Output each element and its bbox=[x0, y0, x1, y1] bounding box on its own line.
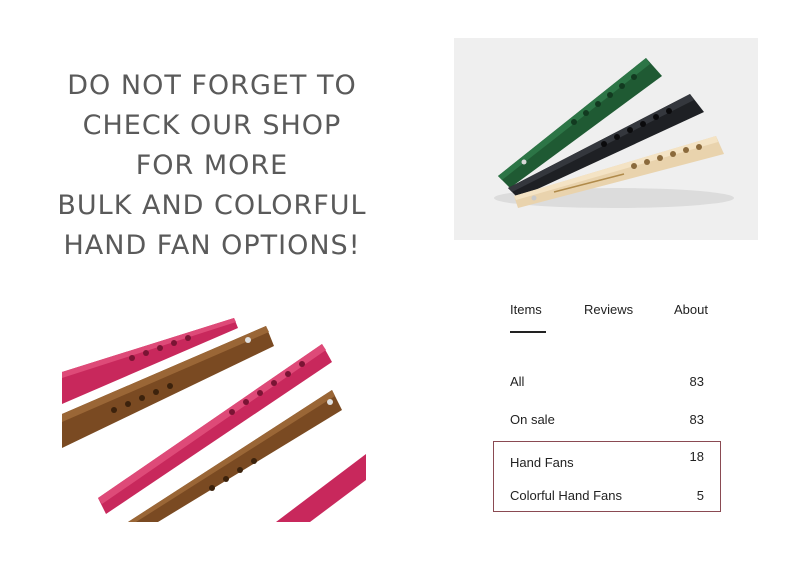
headline-line-4: BULK AND COLORFUL bbox=[57, 190, 367, 221]
category-label: On sale bbox=[510, 412, 555, 427]
category-count: 83 bbox=[689, 374, 704, 389]
category-label: All bbox=[510, 374, 525, 389]
headline-line-2: CHECK OUR SHOP bbox=[82, 110, 342, 141]
headline-line-3: FOR MORE bbox=[135, 150, 289, 181]
fans-illustration-bottom bbox=[62, 318, 366, 522]
category-label: Hand Fans bbox=[510, 455, 574, 470]
shop-tabs: Items Reviews About bbox=[500, 302, 730, 338]
product-photo-fans-green-black-natural bbox=[454, 38, 758, 240]
category-label: Colorful Hand Fans bbox=[510, 488, 622, 503]
tab-reviews[interactable]: Reviews bbox=[584, 302, 633, 317]
category-on-sale[interactable]: On sale 83 bbox=[510, 412, 704, 432]
category-count: 5 bbox=[696, 488, 704, 503]
fans-illustration-top bbox=[454, 38, 758, 240]
active-tab-indicator bbox=[510, 331, 546, 333]
promo-headline: DO NOT FORGET TO CHECK OUR SHOP FOR MORE… bbox=[18, 66, 406, 266]
category-hand-fans[interactable]: Hand Fans 18 bbox=[510, 449, 704, 475]
category-all[interactable]: All 83 bbox=[510, 374, 704, 394]
category-count: 18 bbox=[689, 449, 704, 464]
tab-items[interactable]: Items bbox=[510, 302, 542, 317]
category-colorful-hand-fans[interactable]: Colorful Hand Fans 5 bbox=[510, 488, 704, 508]
category-count: 83 bbox=[689, 412, 704, 427]
product-photo-fans-pink-brown bbox=[62, 318, 366, 522]
headline-line-1: DO NOT FORGET TO bbox=[67, 70, 357, 101]
tab-about[interactable]: About bbox=[674, 302, 708, 317]
headline-line-5: HAND FAN OPTIONS! bbox=[63, 230, 361, 261]
